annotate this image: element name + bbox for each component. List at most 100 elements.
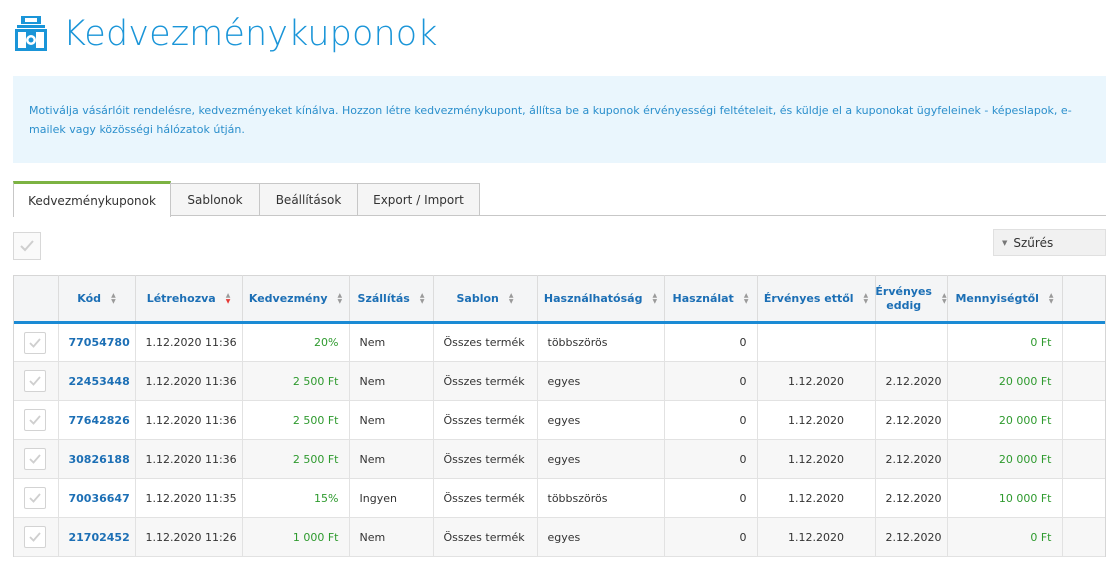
sort-icon: ▲ ▼ — [863, 291, 869, 305]
sort-icon: ▲ ▼ — [1048, 291, 1054, 305]
checkmark-icon — [29, 493, 41, 503]
actions-cell — [1062, 478, 1105, 518]
header-shipping[interactable]: Szállítás ▲ ▼ — [349, 275, 434, 324]
table-row[interactable]: 21702452 1.12.2020 11:26 1 000 Ft Nem Ös… — [14, 517, 1105, 557]
page-header: Kedvezménykuponok — [13, 12, 438, 56]
table-row[interactable]: 22453448 1.12.2020 11:36 2 500 Ft Nem Ös… — [14, 361, 1105, 401]
usability-cell: egyes — [537, 400, 665, 440]
valid-from-cell: 1.12.2020 — [757, 478, 876, 518]
min-amount-cell: 0 Ft — [947, 517, 1063, 557]
row-checkbox[interactable] — [24, 331, 46, 354]
usability-cell: egyes — [537, 517, 665, 557]
template-cell: Összes termék — [433, 439, 538, 479]
header-usability[interactable]: Használhatóság ▲ ▼ — [537, 275, 665, 324]
table-row[interactable]: 30826188 1.12.2020 11:36 2 500 Ft Nem Ös… — [14, 439, 1105, 479]
discount-cell: 20% — [242, 322, 350, 362]
valid-to-cell: 2.12.2020 — [875, 361, 948, 401]
coupon-code-link[interactable]: 22453448 — [58, 361, 136, 401]
checkmark-icon — [29, 454, 41, 464]
usability-cell: többszörös — [537, 478, 665, 518]
valid-from-cell: 1.12.2020 — [757, 517, 876, 557]
min-amount-cell: 10 000 Ft — [947, 478, 1063, 518]
discount-cell: 2 500 Ft — [242, 400, 350, 440]
actions-cell — [1062, 439, 1105, 479]
usability-cell: egyes — [537, 439, 665, 479]
header-code[interactable]: Kód ▲ ▼ — [58, 275, 136, 324]
sort-icon: ▲ ▼ — [508, 291, 514, 305]
row-checkbox[interactable] — [24, 409, 46, 431]
valid-to-cell: 2.12.2020 — [875, 400, 948, 440]
header-created[interactable]: Létrehozva ▲ ▼ — [135, 275, 243, 324]
coupon-code-link[interactable]: 70036647 — [58, 478, 136, 518]
header-discount[interactable]: Kedvezmény ▲ ▼ — [242, 275, 350, 324]
checkmark-icon — [29, 376, 41, 386]
valid-to-cell: 2.12.2020 — [875, 439, 948, 479]
row-checkbox[interactable] — [24, 448, 46, 470]
discount-cell: 1 000 Ft — [242, 517, 350, 557]
usage-cell: 0 — [664, 400, 758, 440]
table-row[interactable]: 70036647 1.12.2020 11:35 15% Ingyen Össz… — [14, 478, 1105, 518]
filter-button[interactable]: ▼ Szűrés — [993, 229, 1106, 256]
actions-cell — [1062, 400, 1105, 440]
sort-icon: ▲ ▼ — [743, 291, 749, 305]
usability-cell: többszörös — [537, 322, 665, 362]
shipping-cell: Ingyen — [349, 478, 434, 518]
checkmark-icon — [29, 415, 41, 425]
checkmark-icon — [29, 532, 41, 542]
sort-desc-icon: ▲ ▼ — [225, 291, 231, 305]
checkmark-icon — [29, 337, 41, 348]
discount-cell: 15% — [242, 478, 350, 518]
row-checkbox[interactable] — [24, 526, 46, 548]
valid-to-cell: 2.12.2020 — [875, 517, 948, 557]
header-min-amount[interactable]: Mennyiségtől ▲ ▼ — [947, 275, 1063, 324]
min-amount-cell: 20 000 Ft — [947, 400, 1063, 440]
caret-down-icon: ▼ — [1002, 238, 1008, 247]
usage-cell: 0 — [664, 361, 758, 401]
table-row[interactable]: 77642826 1.12.2020 11:36 2 500 Ft Nem Ös… — [14, 400, 1105, 440]
sort-icon: ▲ ▼ — [652, 291, 658, 305]
header-usage[interactable]: Használat ▲ ▼ — [664, 275, 758, 324]
header-valid-from[interactable]: Érvényes ettől ▲ ▼ — [757, 275, 876, 324]
sort-icon: ▲ ▼ — [111, 291, 116, 305]
shipping-cell: Nem — [349, 361, 434, 401]
valid-from-cell — [757, 322, 876, 362]
header-select — [14, 275, 59, 324]
valid-from-cell: 1.12.2020 — [757, 361, 876, 401]
coupon-code-link[interactable]: 77642826 — [58, 400, 136, 440]
row-checkbox[interactable] — [24, 487, 46, 509]
shipping-cell: Nem — [349, 439, 434, 479]
created-cell: 1.12.2020 11:36 — [135, 400, 243, 440]
usage-cell: 0 — [664, 517, 758, 557]
select-all-checkbox[interactable] — [13, 232, 41, 260]
header-template[interactable]: Sablon ▲ ▼ — [433, 275, 538, 324]
row-checkbox[interactable] — [24, 370, 46, 392]
tab-export-import[interactable]: Export / Import — [357, 183, 480, 216]
coupon-code-link[interactable]: 30826188 — [58, 439, 136, 479]
coupon-code-link[interactable]: 77054780 — [58, 322, 136, 362]
info-banner: Motiválja vásárlóit rendelésre, kedvezmé… — [13, 76, 1106, 163]
created-cell: 1.12.2020 11:36 — [135, 361, 243, 401]
sort-icon: ▲ ▼ — [419, 291, 425, 305]
shipping-cell: Nem — [349, 400, 434, 440]
checkmark-icon — [20, 240, 34, 252]
min-amount-cell: 20 000 Ft — [947, 361, 1063, 401]
tab-settings[interactable]: Beállítások — [259, 183, 358, 216]
coupon-code-link[interactable]: 21702452 — [58, 517, 136, 557]
shipping-cell: Nem — [349, 322, 434, 362]
min-amount-cell: 20 000 Ft — [947, 439, 1063, 479]
tab-templates[interactable]: Sablonok — [170, 183, 260, 216]
table-header-row: Kód ▲ ▼ Létrehozva ▲ ▼ Kedvezmény ▲ ▼ Szállítá… — [14, 275, 1105, 324]
tab-coupons[interactable]: Kedvezménykuponok — [13, 181, 171, 217]
valid-from-cell: 1.12.2020 — [757, 400, 876, 440]
usage-cell: 0 — [664, 478, 758, 518]
header-valid-to[interactable]: Érvényes eddig ▲ ▼ — [875, 275, 948, 324]
usage-cell: 0 — [664, 322, 758, 362]
tab-bar: Kedvezménykuponok Sablonok Beállítások E… — [13, 181, 1106, 217]
created-cell: 1.12.2020 11:35 — [135, 478, 243, 518]
actions-cell — [1062, 517, 1105, 557]
template-cell: Összes termék — [433, 361, 538, 401]
template-cell: Összes termék — [433, 400, 538, 440]
table-row[interactable]: 77054780 1.12.2020 11:36 20% Nem Összes … — [14, 322, 1105, 362]
created-cell: 1.12.2020 11:36 — [135, 439, 243, 479]
sort-icon: ▲ ▼ — [337, 291, 343, 305]
